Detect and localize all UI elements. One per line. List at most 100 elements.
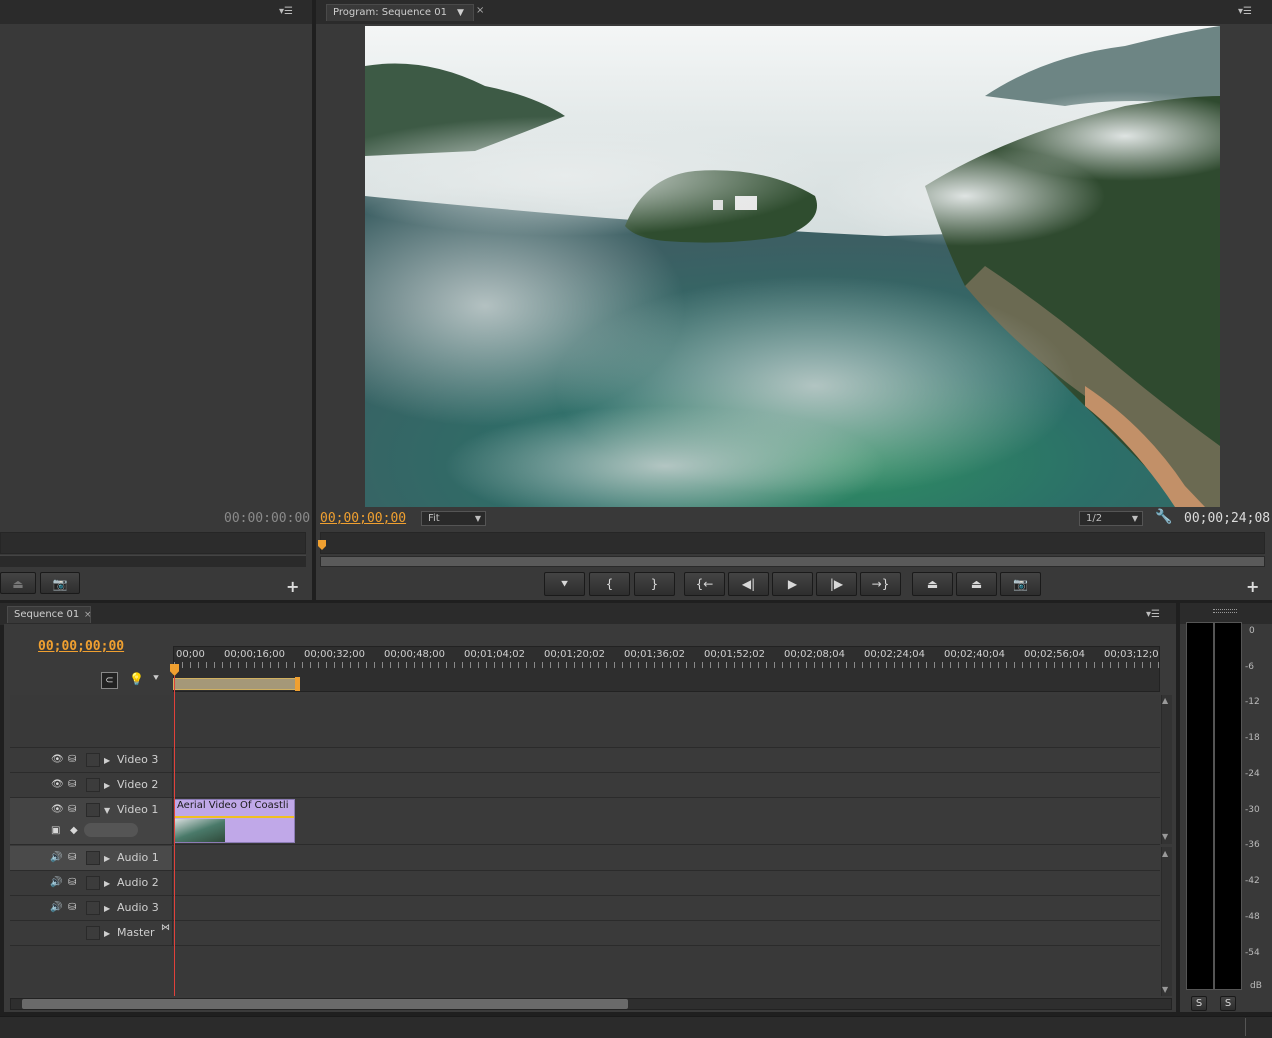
- mark-out-button[interactable]: }: [634, 572, 675, 596]
- track-lock-toggle[interactable]: [86, 901, 100, 915]
- video-clip[interactable]: Aerial Video Of Coastli: [174, 799, 295, 843]
- ruler-label: 00;00: [176, 649, 205, 660]
- timeline-playhead-line[interactable]: [174, 676, 175, 996]
- video-empty-area: [10, 695, 1160, 748]
- track-video-2[interactable]: 👁 ⛁ ▶ Video 2: [10, 773, 1160, 798]
- solo-right-button[interactable]: S: [1220, 996, 1236, 1011]
- timeline-panel-menu-icon[interactable]: ▾☰: [1146, 609, 1160, 620]
- speaker-icon[interactable]: 🔊: [50, 852, 62, 863]
- speaker-icon[interactable]: 🔊: [50, 877, 62, 888]
- tab-sequence-01[interactable]: Sequence 01 ×: [7, 606, 92, 623]
- display-style-icon[interactable]: ▣: [51, 825, 60, 836]
- sequence-tab-close[interactable]: ×: [84, 607, 92, 623]
- expand-triangle-icon[interactable]: ▶: [104, 879, 110, 888]
- wrench-icon[interactable]: 🔧: [1155, 509, 1172, 525]
- export-frame-button[interactable]: 📷: [1000, 572, 1041, 596]
- meter-label: dB: [1250, 981, 1262, 991]
- expand-triangle-icon[interactable]: ▶: [104, 929, 110, 938]
- add-marker-button[interactable]: ⯆: [544, 572, 585, 596]
- expand-triangle-icon[interactable]: ▶: [104, 781, 110, 790]
- go-to-out-button[interactable]: →}: [860, 572, 901, 596]
- go-to-in-button[interactable]: {←: [684, 572, 725, 596]
- clip-opacity-line[interactable]: [175, 816, 294, 818]
- scroll-up-icon[interactable]: ▲: [1162, 696, 1168, 705]
- marker-icon[interactable]: ⯆: [152, 673, 160, 684]
- source-add-button[interactable]: +: [286, 577, 299, 596]
- keyframe-nav[interactable]: [84, 823, 138, 837]
- source-timecode[interactable]: 00:00:00:00: [224, 511, 310, 526]
- step-forward-button[interactable]: |▶: [816, 572, 857, 596]
- track-audio-3[interactable]: 🔊 ⛁ ▶ Audio 3: [10, 896, 1160, 921]
- status-bar-divider: [1245, 1018, 1246, 1036]
- expand-triangle-icon[interactable]: ▶: [104, 854, 110, 863]
- resolution-value: 1/2: [1086, 513, 1103, 524]
- mark-in-button[interactable]: {: [589, 572, 630, 596]
- program-add-button[interactable]: +: [1246, 577, 1259, 596]
- track-label: Audio 2: [117, 876, 159, 889]
- speaker-icon[interactable]: 🔊: [50, 902, 62, 913]
- work-area-end-handle[interactable]: [295, 677, 300, 691]
- sync-lock-icon[interactable]: ⛁: [68, 804, 76, 815]
- extract-button[interactable]: ⏏: [956, 572, 997, 596]
- track-lock-toggle[interactable]: [86, 778, 100, 792]
- scroll-up-icon[interactable]: ▲: [1162, 849, 1168, 858]
- expand-triangle-icon[interactable]: ▶: [104, 904, 110, 913]
- program-video-frame[interactable]: [365, 26, 1220, 507]
- eye-icon[interactable]: 👁: [51, 779, 64, 790]
- audio-vertical-scrollbar[interactable]: [1161, 847, 1172, 996]
- resolution-dropdown[interactable]: 1/2 ▼: [1079, 511, 1143, 526]
- track-lock-toggle[interactable]: [86, 851, 100, 865]
- zoom-level-dropdown[interactable]: Fit ▼: [421, 511, 486, 526]
- meter-grip[interactable]: [1213, 609, 1237, 613]
- source-export-frame-button[interactable]: 📷: [40, 572, 80, 594]
- track-lock-toggle[interactable]: [86, 803, 100, 817]
- collapse-triangle-icon[interactable]: ▼: [104, 806, 110, 815]
- work-area-bar[interactable]: [173, 678, 299, 690]
- track-audio-2[interactable]: 🔊 ⛁ ▶ Audio 2: [10, 871, 1160, 896]
- video-vertical-scrollbar[interactable]: [1161, 695, 1172, 844]
- eye-icon[interactable]: 👁: [51, 804, 64, 815]
- insert-button[interactable]: ⏏: [0, 572, 36, 594]
- keyframe-icon[interactable]: ◆: [70, 825, 78, 836]
- lift-button[interactable]: ⏏: [912, 572, 953, 596]
- audio-empty-area: [10, 946, 1160, 996]
- sync-lock-icon[interactable]: ⛁: [68, 754, 76, 765]
- track-master[interactable]: ▶ Master ⋈: [10, 921, 1160, 946]
- timeline-timecode[interactable]: 00;00;00;00: [38, 639, 124, 654]
- program-time-ruler[interactable]: [320, 532, 1265, 554]
- ruler-label: 00;02;24;04: [864, 649, 926, 660]
- sync-lock-icon[interactable]: ⛁: [68, 779, 76, 790]
- solo-left-button[interactable]: S: [1191, 996, 1207, 1011]
- meter-left-channel: [1186, 622, 1214, 990]
- status-bar: [0, 1016, 1272, 1038]
- program-panel-menu-icon[interactable]: ▾☰: [1238, 6, 1252, 17]
- tab-program-sequence[interactable]: Program: Sequence 01 ▼: [326, 4, 474, 21]
- lightbulb-icon[interactable]: 💡: [129, 672, 144, 686]
- source-scrub-bar[interactable]: [0, 532, 306, 554]
- track-lock-toggle[interactable]: [86, 876, 100, 890]
- track-lock-toggle[interactable]: [86, 753, 100, 767]
- track-label: Video 2: [117, 778, 159, 791]
- panel-menu-icon[interactable]: ▾☰: [279, 6, 293, 17]
- sync-lock-icon[interactable]: ⛁: [68, 877, 76, 888]
- snap-icon[interactable]: ⊂: [101, 672, 118, 689]
- source-scroll-bar[interactable]: [0, 555, 306, 567]
- scroll-down-icon[interactable]: ▼: [1162, 832, 1168, 841]
- expand-triangle-icon[interactable]: ▶: [104, 756, 110, 765]
- program-tab-close[interactable]: ×: [476, 5, 484, 16]
- step-back-button[interactable]: ◀|: [728, 572, 769, 596]
- timeline-scroll-thumb[interactable]: [22, 999, 628, 1009]
- track-audio-1[interactable]: 🔊 ⛁ ▶ Audio 1: [10, 846, 1160, 871]
- track-lock-toggle[interactable]: [86, 926, 100, 940]
- track-video-3[interactable]: 👁 ⛁ ▶ Video 3: [10, 748, 1160, 773]
- sync-lock-icon[interactable]: ⛁: [68, 852, 76, 863]
- ruler-label: 00;03;12;0: [1104, 649, 1159, 660]
- chevron-down-icon[interactable]: ▼: [457, 5, 464, 21]
- program-zoom-scrollbar[interactable]: [320, 556, 1265, 567]
- eye-icon[interactable]: 👁: [51, 754, 64, 765]
- play-button[interactable]: ▶: [772, 572, 813, 596]
- clip-thumbnail: [175, 819, 225, 842]
- program-current-timecode[interactable]: 00;00;00;00: [320, 511, 406, 526]
- sync-lock-icon[interactable]: ⛁: [68, 902, 76, 913]
- scroll-down-icon[interactable]: ▼: [1162, 985, 1168, 994]
